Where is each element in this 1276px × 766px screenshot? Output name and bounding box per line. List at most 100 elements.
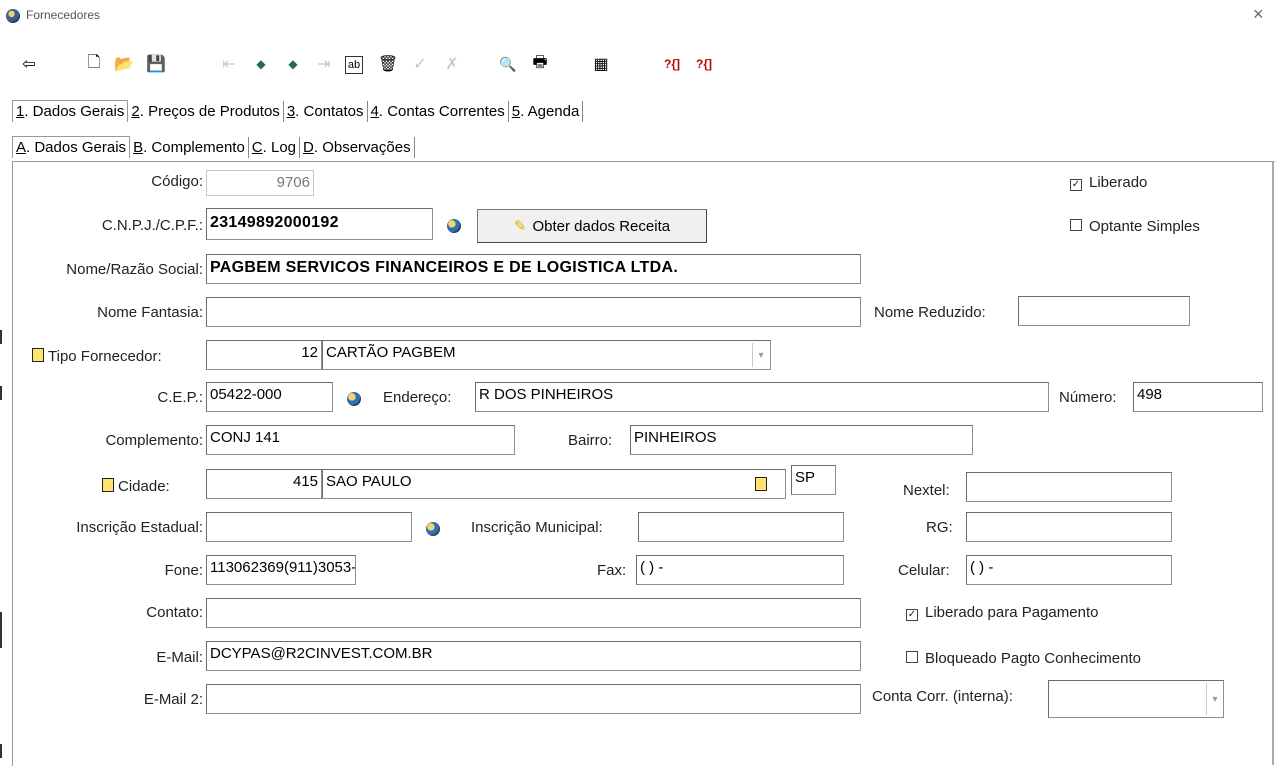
inscricao-municipal-field[interactable] [638, 512, 844, 542]
tab-contatos[interactable]: 3. Contatos [284, 101, 368, 122]
cep-field[interactable]: 05422-000 [206, 382, 333, 412]
contato-label: Contato: [146, 604, 203, 621]
search-icon[interactable]: 🔍 [497, 53, 519, 75]
liberado-checkbox[interactable]: ✓ Liberado [1070, 174, 1147, 191]
razao-social-field[interactable]: PAGBEM SERVICOS FINANCEIROS E DE LOGISTI… [206, 254, 861, 284]
sub-tab-bar: A. Dados Gerais B. Complemento C. Log D.… [12, 134, 415, 158]
globe-icon[interactable] [426, 522, 440, 536]
obter-dados-receita-label: Obter dados Receita [532, 217, 671, 235]
edge-mark [0, 386, 2, 400]
globe-icon[interactable] [347, 392, 361, 406]
edge-mark [0, 744, 2, 758]
uf-field[interactable]: SP [791, 465, 836, 495]
cidade-field[interactable]: SAO PAULO [322, 469, 786, 499]
subtab-observacoes[interactable]: D. Observações [300, 137, 415, 158]
help-icon[interactable]: ?{] [658, 53, 686, 75]
codigo-label: Código: [151, 173, 203, 190]
nome-reduzido-field[interactable] [1018, 296, 1190, 326]
print-icon[interactable]: 🖶 [529, 53, 551, 75]
endereco-field[interactable]: R DOS PINHEIROS [475, 382, 1049, 412]
inscricao-estadual-field[interactable] [206, 512, 412, 542]
cnpj-field[interactable]: 23149892000192 [206, 208, 433, 240]
optante-simples-label: Optante Simples [1089, 218, 1200, 235]
help-context-icon[interactable]: ?{] [690, 53, 718, 75]
confirm-icon[interactable]: ✓ [409, 53, 431, 75]
pencil-icon: ✎ [513, 218, 527, 235]
title-bar [0, 0, 1276, 38]
celular-field[interactable]: ( ) - [966, 555, 1172, 585]
calculator-icon[interactable]: ▦ [590, 53, 612, 75]
delete-icon[interactable]: 🗑 [377, 53, 399, 75]
edge-mark [0, 612, 2, 648]
new-document-icon[interactable] [102, 478, 114, 492]
bairro-label: Bairro: [568, 432, 613, 449]
optante-simples-box[interactable] [1070, 219, 1082, 231]
tipo-fornecedor-code[interactable]: 12 [206, 340, 322, 370]
nome-reduzido-label: Nome Reduzido: [874, 304, 986, 321]
email-field[interactable]: DCYPAS@R2CINVEST.COM.BR [206, 641, 861, 671]
fax-field[interactable]: ( ) - [636, 555, 844, 585]
exit-icon[interactable]: ⇦ [18, 53, 40, 75]
nome-fantasia-field[interactable] [206, 297, 861, 327]
bairro-field[interactable]: PINHEIROS [630, 425, 973, 455]
rg-field[interactable] [966, 512, 1172, 542]
cidade-lookup-icon[interactable] [755, 476, 771, 494]
next-record-icon[interactable]: ◆ [282, 53, 304, 75]
cidade-label[interactable]: Cidade: [102, 477, 170, 495]
first-record-icon[interactable]: ⇤ [218, 53, 240, 75]
fone-label: Fone: [164, 562, 203, 579]
conta-corr-select[interactable] [1048, 680, 1224, 718]
tab-precos-produtos[interactable]: 2. Preços de Produtos [128, 101, 284, 122]
bloqueado-pagto-label: Bloqueado Pagto Conhecimento [925, 650, 1141, 667]
edit-icon[interactable]: ab [345, 56, 363, 74]
liberado-box[interactable]: ✓ [1070, 179, 1082, 191]
liberado-label: Liberado [1089, 174, 1148, 191]
codigo-field: 9706 [206, 170, 314, 196]
tab-agenda[interactable]: 5. Agenda [509, 101, 584, 122]
obter-dados-receita-button[interactable]: ✎ Obter dados Receita [477, 209, 707, 243]
rg-label: RG: [926, 519, 953, 536]
subtab-log[interactable]: C. Log [249, 137, 301, 158]
cep-label: C.E.P.: [157, 389, 203, 406]
tab-dados-gerais[interactable]: 1. Dados Gerais [12, 100, 129, 122]
window-title: Fornecedores [26, 8, 101, 22]
new-icon[interactable]: 🗋 [83, 53, 105, 75]
bloqueado-pagto-checkbox[interactable]: Bloqueado Pagto Conhecimento [906, 650, 1141, 667]
close-icon[interactable]: × [1253, 4, 1264, 25]
nextel-field[interactable] [966, 472, 1172, 502]
new-document-icon[interactable] [32, 348, 44, 362]
email2-label: E-Mail 2: [143, 691, 203, 708]
liberado-pagamento-checkbox[interactable]: ✓ Liberado para Pagamento [906, 604, 1098, 621]
inscricao-municipal-label: Inscrição Municipal: [471, 519, 603, 536]
subtab-complemento[interactable]: B. Complemento [130, 137, 249, 158]
globe-icon[interactable] [447, 219, 461, 233]
contato-field[interactable] [206, 598, 861, 628]
last-record-icon[interactable]: ⇥ [313, 53, 335, 75]
chevron-down-icon[interactable]: ▾ [1206, 683, 1223, 715]
optante-simples-checkbox[interactable]: Optante Simples [1070, 218, 1200, 235]
cancel-icon[interactable]: ✗ [441, 53, 463, 75]
prev-record-icon[interactable]: ◆ [250, 53, 272, 75]
chevron-down-icon[interactable]: ▾ [752, 343, 769, 367]
nome-fantasia-label: Nome Fantasia: [97, 304, 203, 321]
open-icon[interactable]: 📂 [113, 53, 135, 75]
fax-label: Fax: [597, 562, 627, 579]
tipo-fornecedor-text: Tipo Fornecedor: [48, 348, 162, 365]
cidade-text: Cidade: [118, 478, 170, 495]
tipo-fornecedor-select[interactable]: CARTÃO PAGBEM [322, 340, 771, 370]
complemento-field[interactable]: CONJ 141 [206, 425, 515, 455]
celular-label: Celular: [898, 562, 950, 579]
new-document-icon[interactable] [755, 477, 767, 491]
numero-label: Número: [1059, 389, 1117, 406]
numero-field[interactable]: 498 [1133, 382, 1263, 412]
liberado-pagamento-box[interactable]: ✓ [906, 609, 918, 621]
subtab-dados-gerais[interactable]: A. Dados Gerais [12, 136, 131, 158]
tab-contas-correntes[interactable]: 4. Contas Correntes [368, 101, 509, 122]
save-icon[interactable]: 💾 [145, 53, 167, 75]
email2-field[interactable] [206, 684, 861, 714]
form-panel [12, 161, 1275, 766]
bloqueado-pagto-box[interactable] [906, 651, 918, 663]
fone-field[interactable]: 113062369(911)3053-55 [206, 555, 356, 585]
tipo-fornecedor-label[interactable]: Tipo Fornecedor: [32, 347, 162, 365]
cidade-code[interactable]: 415 [206, 469, 322, 499]
